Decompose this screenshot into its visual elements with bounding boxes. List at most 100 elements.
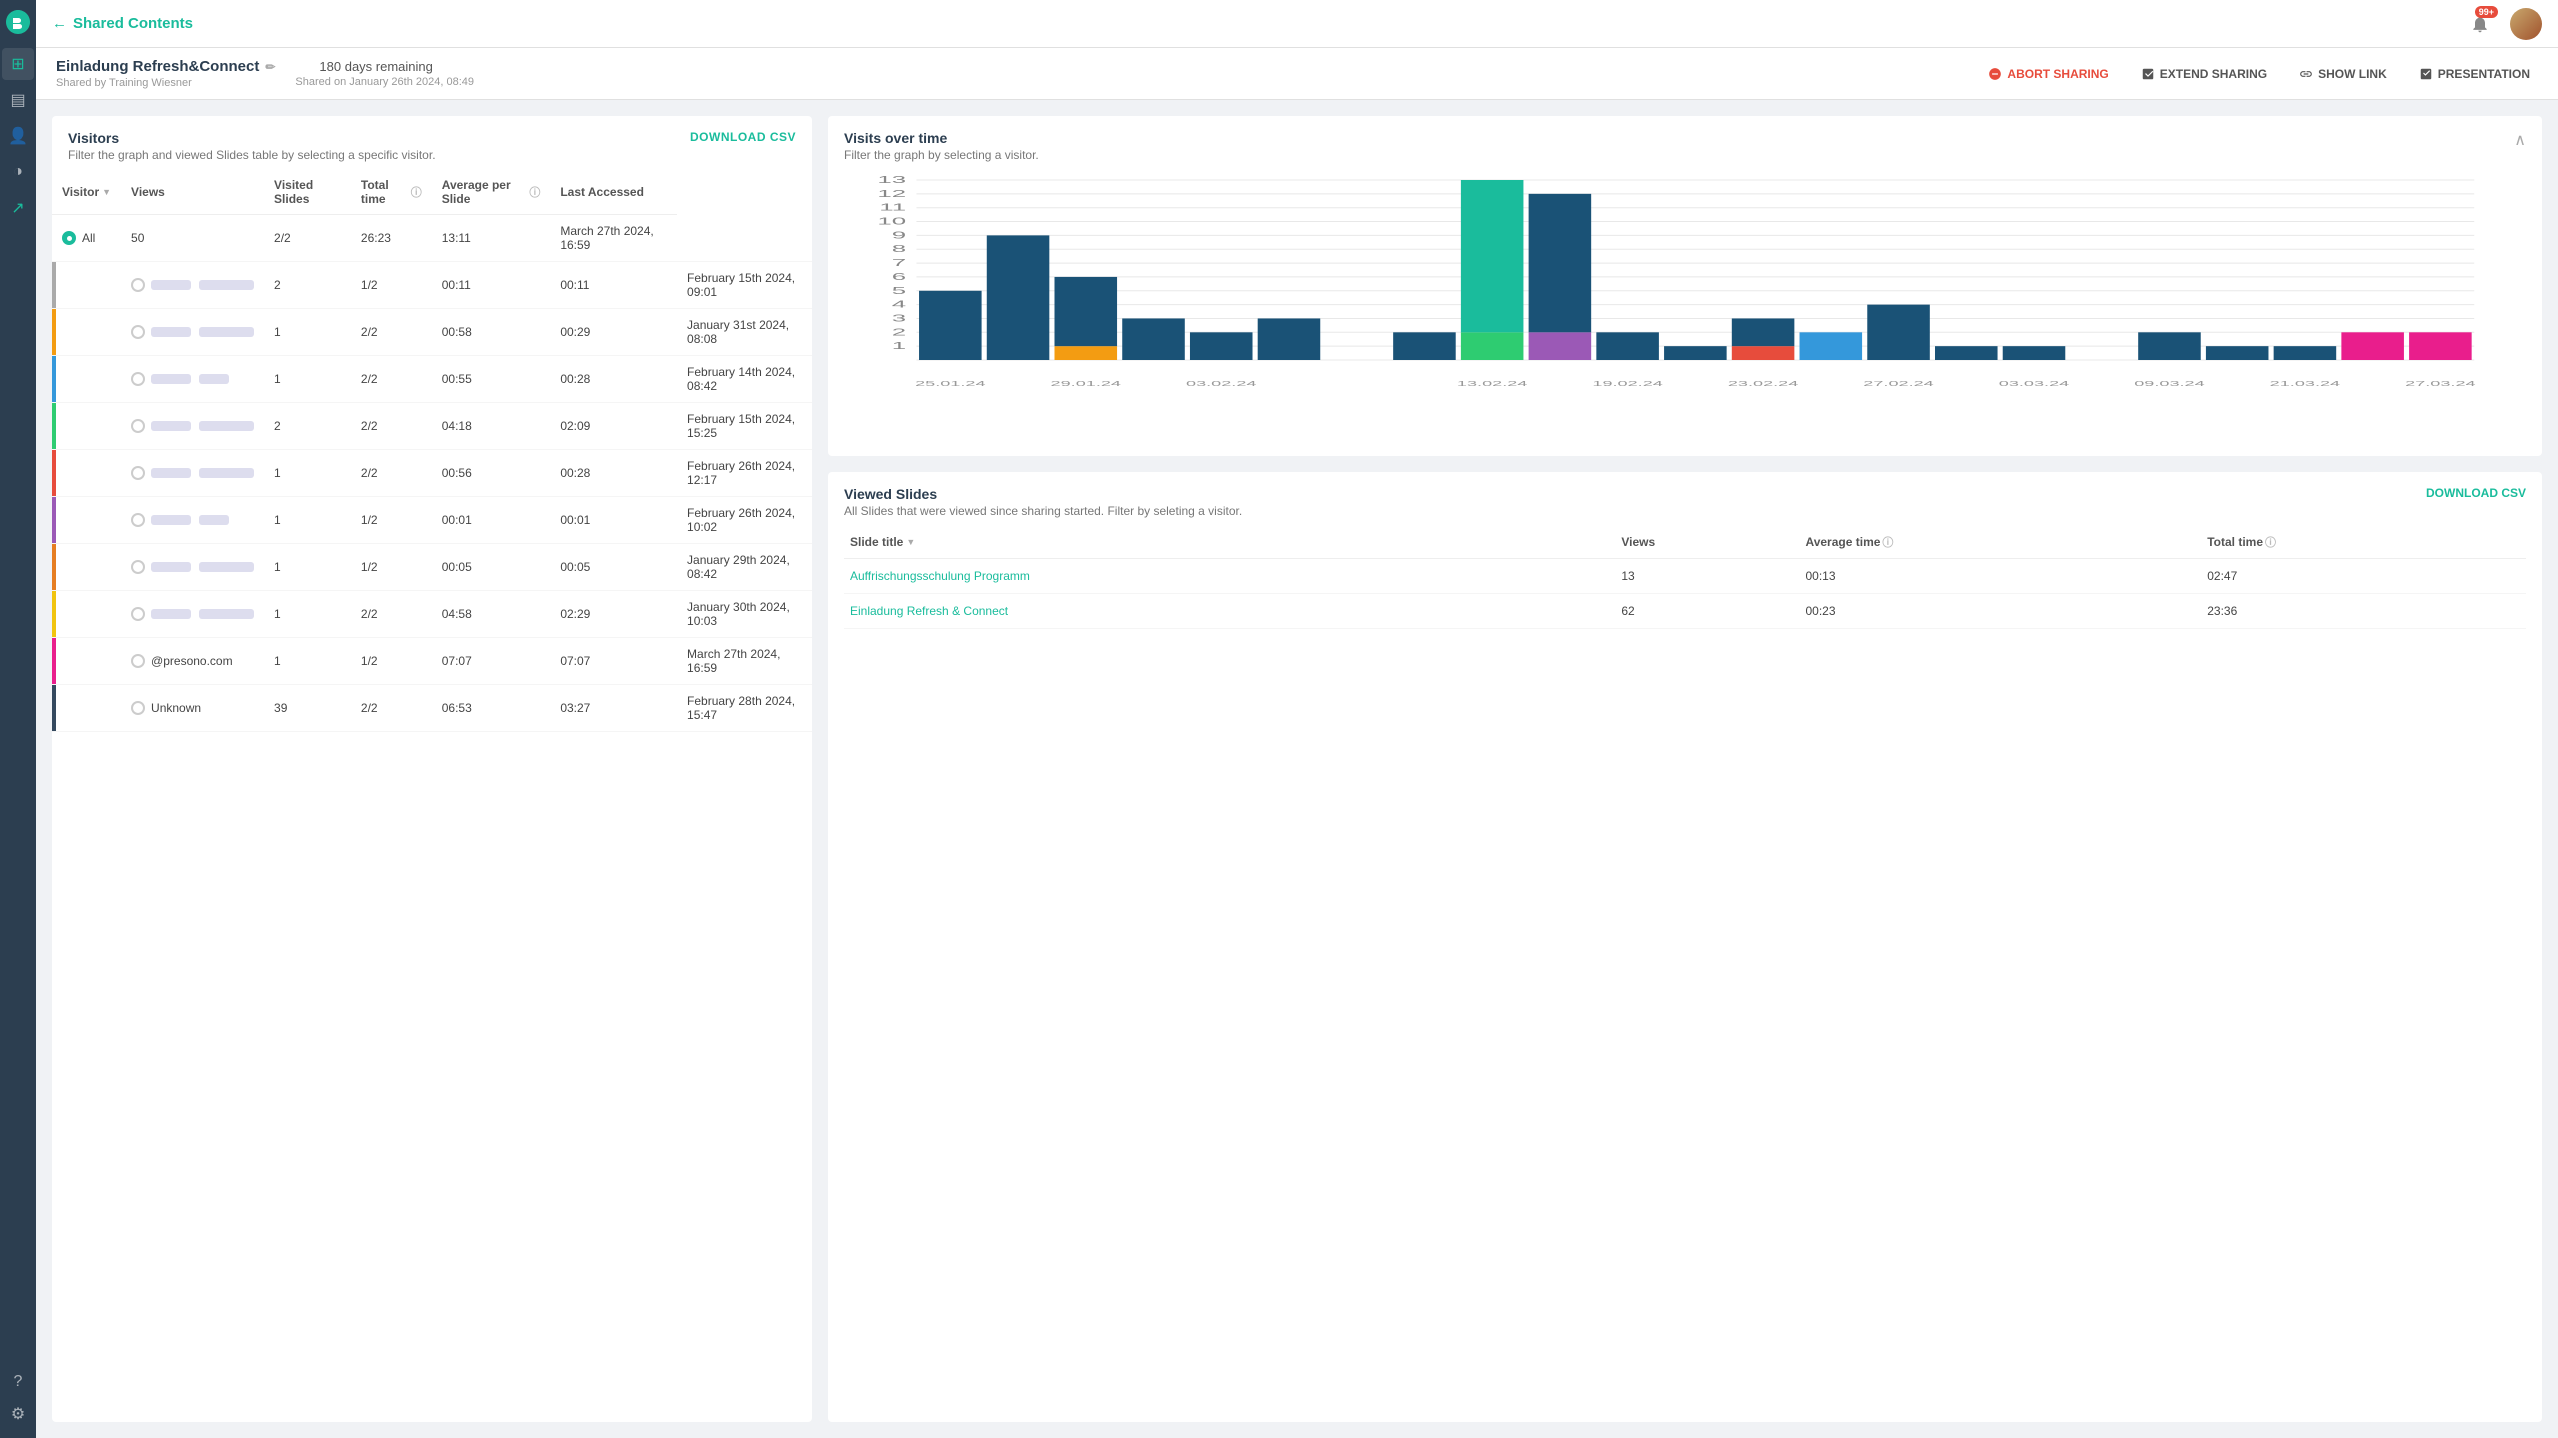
visitor-radio[interactable] bbox=[131, 560, 145, 574]
abort-sharing-button[interactable]: ABORT SHARING bbox=[1980, 63, 2116, 85]
visitor-last-accessed: February 14th 2024, 08:42 bbox=[677, 356, 812, 403]
visitor-radio-cell[interactable] bbox=[121, 544, 264, 591]
visitor-radio-cell[interactable]: Unknown bbox=[121, 685, 264, 732]
table-row[interactable]: 12/200:5500:28February 14th 2024, 08:42 bbox=[52, 356, 812, 403]
back-button[interactable]: ← Shared Contents bbox=[52, 15, 193, 32]
visitor-last-accessed: January 29th 2024, 08:42 bbox=[677, 544, 812, 591]
visitor-name-blurred bbox=[151, 609, 254, 619]
table-row[interactable]: 12/200:5800:29January 31st 2024, 08:08 bbox=[52, 309, 812, 356]
shared-on-label: Shared on January 26th 2024, 08:49 bbox=[295, 76, 474, 88]
visitor-views: 50 bbox=[121, 215, 264, 262]
table-row[interactable]: 21/200:1100:11February 15th 2024, 09:01 bbox=[52, 262, 812, 309]
visitor-total-time: 00:58 bbox=[432, 309, 551, 356]
visitor-radio-cell[interactable] bbox=[121, 262, 264, 309]
sidebar-item-home[interactable]: ⊞ bbox=[2, 48, 34, 80]
link-icon bbox=[2299, 67, 2313, 81]
visitor-views: 1 bbox=[264, 591, 351, 638]
slide-avg-col-header: Average timeⓘ bbox=[1799, 526, 2201, 559]
visitor-radio-cell[interactable] bbox=[121, 403, 264, 450]
visitor-last-accessed: March 27th 2024, 16:59 bbox=[550, 215, 677, 262]
visitor-radio[interactable] bbox=[131, 278, 145, 292]
visitor-name-blurred bbox=[151, 421, 254, 431]
notification-button[interactable]: 99+ bbox=[2466, 10, 2494, 38]
table-row[interactable]: Unknown392/206:5303:27February 28th 2024… bbox=[52, 685, 812, 732]
table-row[interactable]: 12/200:5600:28February 26th 2024, 12:17 bbox=[52, 450, 812, 497]
sidebar-item-help[interactable]: ? bbox=[2, 1366, 34, 1398]
visitor-radio[interactable] bbox=[131, 372, 145, 386]
svg-text:4: 4 bbox=[892, 299, 907, 310]
svg-text:1: 1 bbox=[892, 340, 906, 351]
sidebar-item-slides[interactable]: ▤ bbox=[2, 84, 34, 116]
abort-sharing-label: ABORT SHARING bbox=[2007, 67, 2108, 81]
visitor-radio[interactable] bbox=[131, 325, 145, 339]
visitor-visited-slides: 2/2 bbox=[264, 215, 351, 262]
table-row[interactable]: 11/200:0500:05January 29th 2024, 08:42 bbox=[52, 544, 812, 591]
table-row[interactable]: @presono.com11/207:0707:07March 27th 202… bbox=[52, 638, 812, 685]
content-area: Visitors Filter the graph and viewed Sli… bbox=[36, 100, 2558, 1438]
table-row[interactable]: 12/204:5802:29January 30th 2024, 10:03 bbox=[52, 591, 812, 638]
sidebar-item-contacts[interactable]: 👤 bbox=[2, 120, 34, 152]
topbar-right: 99+ bbox=[2466, 8, 2542, 40]
visitor-name-blurred bbox=[151, 468, 254, 478]
table-row[interactable]: All502/226:2313:11March 27th 2024, 16:59 bbox=[52, 215, 812, 262]
visitor-total-time: 00:55 bbox=[432, 356, 551, 403]
slide-title-cell[interactable]: Auffrischungsschulung Programm bbox=[844, 559, 1615, 594]
svg-text:11: 11 bbox=[879, 202, 906, 213]
slides-title-group: Viewed Slides All Slides that were viewe… bbox=[844, 486, 1242, 518]
visitor-radio[interactable] bbox=[131, 513, 145, 527]
svg-text:8: 8 bbox=[892, 244, 907, 255]
svg-text:7: 7 bbox=[892, 257, 906, 268]
sidebar-item-analytics[interactable]: ◑ bbox=[2, 156, 34, 188]
slide-title-link[interactable]: Auffrischungsschulung Programm bbox=[850, 569, 1030, 583]
table-row[interactable]: 22/204:1802:09February 15th 2024, 15:25 bbox=[52, 403, 812, 450]
visitor-total-time: 07:07 bbox=[432, 638, 551, 685]
visitor-radio-cell[interactable] bbox=[121, 591, 264, 638]
visitor-radio-cell[interactable]: @presono.com bbox=[121, 638, 264, 685]
visitor-radio[interactable] bbox=[62, 231, 76, 245]
download-csv-button[interactable]: DOWNLOAD CSV bbox=[690, 130, 796, 144]
visitor-radio-cell[interactable] bbox=[121, 450, 264, 497]
download-slides-csv-button[interactable]: DOWNLOAD CSV bbox=[2426, 486, 2526, 500]
visitors-panel-title: Visitors bbox=[68, 130, 796, 146]
svg-text:12: 12 bbox=[877, 188, 906, 199]
app-logo[interactable] bbox=[4, 8, 32, 36]
visitor-name-blurred bbox=[151, 374, 229, 384]
visitor-radio-cell[interactable] bbox=[121, 356, 264, 403]
slide-title-link[interactable]: Einladung Refresh & Connect bbox=[850, 604, 1008, 618]
total-time-col-header: Total timeⓘ bbox=[351, 170, 432, 215]
presentation-button[interactable]: PRESENTATION bbox=[2411, 63, 2538, 85]
visitor-views: 2 bbox=[264, 262, 351, 309]
visitor-radio[interactable] bbox=[131, 701, 145, 715]
visitor-radio-cell[interactable] bbox=[121, 497, 264, 544]
svg-text:03.02.24: 03.02.24 bbox=[1186, 380, 1257, 388]
visitor-radio[interactable] bbox=[131, 419, 145, 433]
visitor-total-time: 00:05 bbox=[432, 544, 551, 591]
last-accessed-col-header: Last Accessed bbox=[550, 170, 677, 215]
user-avatar[interactable] bbox=[2510, 8, 2542, 40]
visitor-col-header[interactable]: Visitor▼ bbox=[52, 170, 121, 215]
visitor-radio[interactable] bbox=[131, 654, 145, 668]
sidebar-item-settings[interactable]: ⚙ bbox=[2, 1398, 34, 1430]
collapse-chart-button[interactable]: ∧ bbox=[2514, 130, 2526, 150]
visitor-radio-cell[interactable] bbox=[121, 309, 264, 356]
table-row[interactable]: 11/200:0100:01February 26th 2024, 10:02 bbox=[52, 497, 812, 544]
views-col-header: Views bbox=[121, 170, 264, 215]
extend-sharing-button[interactable]: EXTEND SHARING bbox=[2133, 63, 2275, 85]
edit-title-icon[interactable]: ✏ bbox=[265, 60, 275, 74]
visitor-radio-cell[interactable]: All bbox=[52, 215, 121, 262]
visitor-radio[interactable] bbox=[131, 466, 145, 480]
show-link-button[interactable]: SHOW LINK bbox=[2291, 63, 2395, 85]
slide-row: Auffrischungsschulung Programm1300:1302:… bbox=[844, 559, 2526, 594]
visitor-visited-slides: 2/2 bbox=[351, 685, 432, 732]
sidebar-item-sharing[interactable]: ↗ bbox=[2, 192, 34, 224]
visitors-table: Visitor▼ Views Visited Slides Total time… bbox=[52, 170, 812, 732]
notification-count: 99+ bbox=[2475, 6, 2498, 18]
visitor-visited-slides: 1/2 bbox=[351, 262, 432, 309]
visitor-total-time: 04:18 bbox=[432, 403, 551, 450]
visitor-avg-per-slide: 02:29 bbox=[550, 591, 677, 638]
slide-title-col-header[interactable]: Slide title▼ bbox=[844, 526, 1615, 559]
visitor-radio[interactable] bbox=[131, 607, 145, 621]
main-content: ← Shared Contents 99+ Einladung Refresh&… bbox=[36, 0, 2558, 1438]
slide-title-cell[interactable]: Einladung Refresh & Connect bbox=[844, 594, 1615, 629]
visitor-views: 1 bbox=[264, 356, 351, 403]
